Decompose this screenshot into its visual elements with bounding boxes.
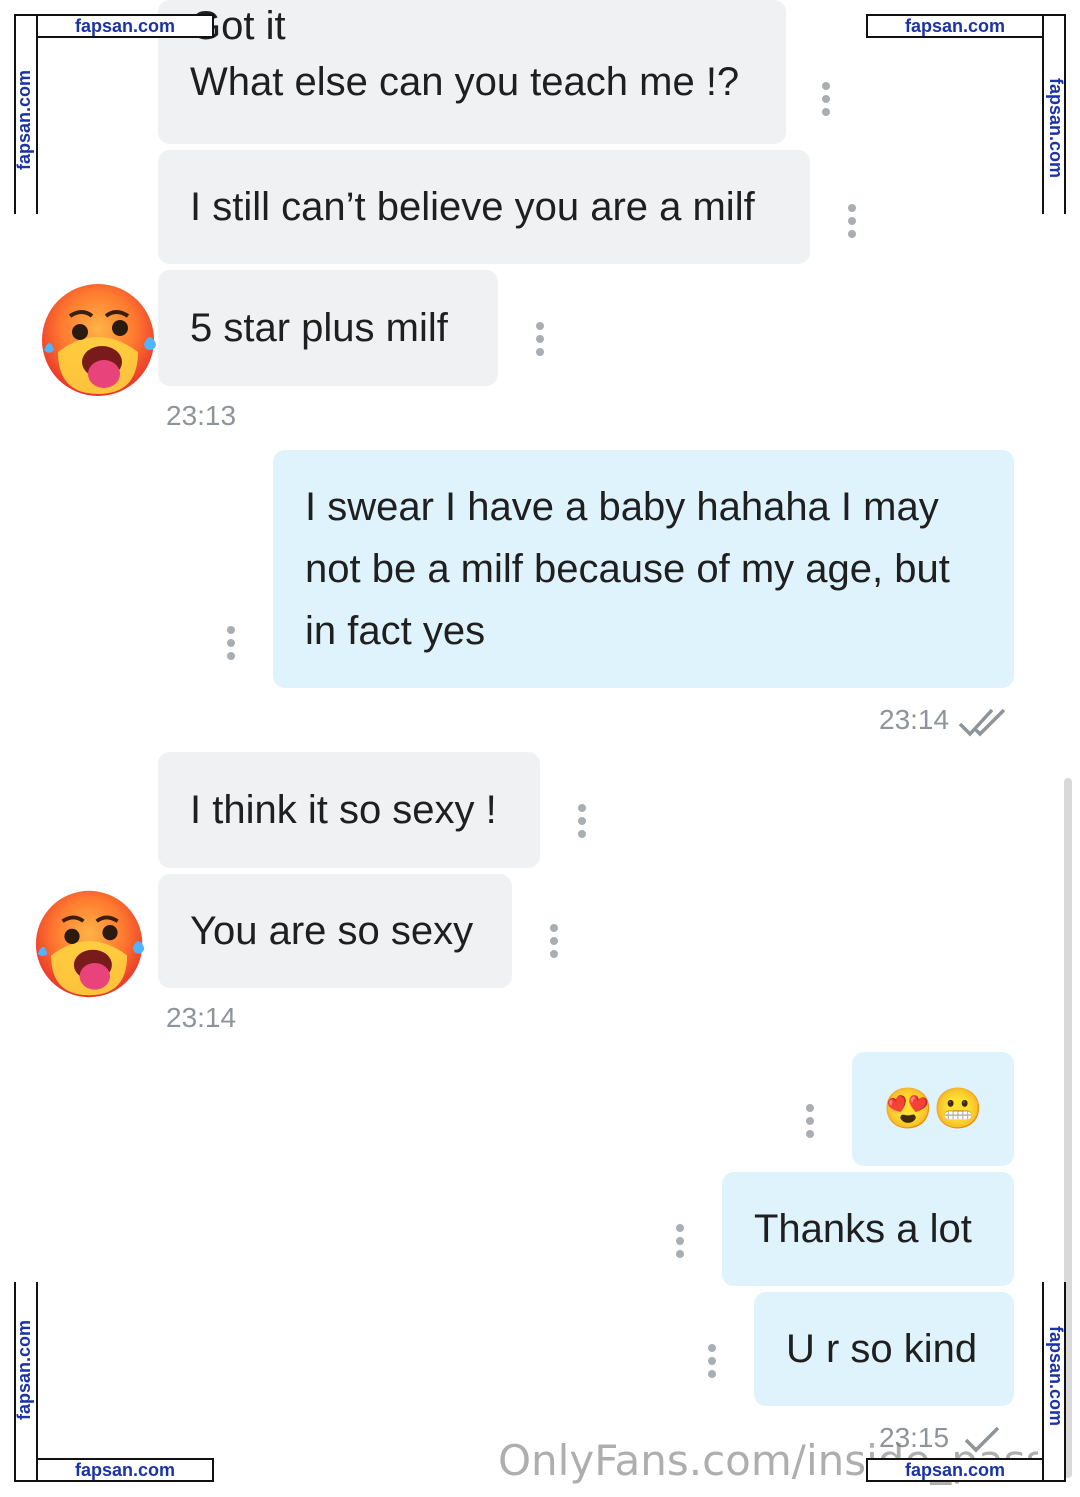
hot-face-emoji-icon[interactable]: [34, 888, 148, 1000]
message-bubble-incoming[interactable]: I still can’t believe you are a milf: [158, 150, 810, 264]
message-text: I still can’t believe you are a milf: [190, 185, 755, 229]
message-bubble-outgoing[interactable]: 😍😬: [852, 1052, 1014, 1166]
message-bubble-incoming[interactable]: You are so sexy: [158, 874, 512, 988]
message-bubble-incoming[interactable]: 5 star plus milf: [158, 270, 498, 386]
message-text: Thanks a lot: [754, 1207, 972, 1251]
site-watermark: fapsan.com: [1046, 78, 1066, 179]
message-text: You are so sexy: [190, 909, 474, 953]
message-menu-icon[interactable]: [536, 322, 544, 356]
message-bubble-outgoing[interactable]: I swear I have a baby hahaha I may not b…: [273, 450, 1014, 688]
message-text: I swear I have a baby hahaha I may: [305, 485, 939, 529]
site-watermark: fapsan.com: [866, 14, 1044, 38]
message-text: not be a milf because of my age, but: [305, 547, 950, 591]
site-watermark: fapsan.com: [36, 1458, 214, 1482]
message-menu-icon[interactable]: [676, 1224, 684, 1258]
message-bubble-incoming[interactable]: I think it so sexy !: [158, 752, 540, 868]
message-menu-icon[interactable]: [578, 804, 586, 838]
message-text: 😍😬: [883, 1087, 983, 1131]
message-timestamp: 23:14: [879, 704, 950, 735]
message-menu-icon[interactable]: [806, 1104, 814, 1138]
message-text: 5 star plus milf: [190, 306, 448, 350]
message-bubble-incoming[interactable]: Got it What else can you teach me !?: [158, 0, 786, 144]
message-text: I think it so sexy !: [190, 788, 497, 832]
site-watermark: fapsan.com: [14, 1319, 34, 1420]
message-menu-icon[interactable]: [708, 1344, 716, 1378]
site-watermark: fapsan.com: [14, 69, 34, 170]
message-timestamp: 23:13: [166, 400, 237, 431]
corner-frame: [866, 36, 1044, 214]
message-menu-icon[interactable]: [550, 924, 558, 958]
message-bubble-outgoing[interactable]: Thanks a lot: [722, 1172, 1014, 1286]
site-watermark: fapsan.com: [36, 14, 214, 38]
message-text: What else can you teach me !?: [190, 60, 740, 104]
message-menu-icon[interactable]: [227, 626, 235, 660]
corner-frame: [36, 36, 214, 214]
corner-frame: [36, 1282, 214, 1460]
message-text: in fact yes: [305, 609, 486, 653]
message-menu-icon[interactable]: [822, 82, 830, 116]
corner-frame: [866, 1282, 1044, 1460]
message-timestamp: 23:14: [166, 1002, 237, 1033]
site-watermark: fapsan.com: [1046, 1326, 1066, 1427]
message-menu-icon[interactable]: [848, 204, 856, 238]
hot-face-emoji-icon[interactable]: [40, 282, 160, 398]
double-check-icon: [958, 708, 1006, 737]
site-watermark: fapsan.com: [866, 1458, 1044, 1482]
